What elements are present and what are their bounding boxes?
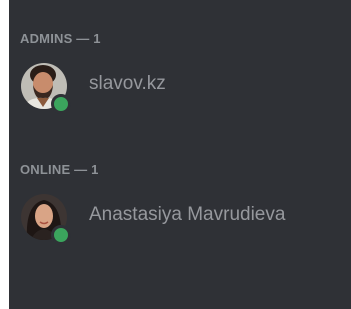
- member-item-anastasiya-mavrudieva[interactable]: Anastasiya Mavrudieva: [19, 191, 347, 245]
- member-name: Anastasiya Mavrudieva: [89, 204, 286, 225]
- online-group-header: ONLINE — 1: [20, 162, 99, 177]
- avatar[interactable]: [21, 194, 71, 245]
- admins-group-header: ADMINS — 1: [20, 31, 101, 46]
- member-item-slavov-kz[interactable]: slavov.kz: [19, 60, 347, 114]
- member-list: ADMINS — 1 slavov.kz ONLINE — 1 Anastasi…: [9, 0, 351, 309]
- online-status-icon: [51, 94, 71, 114]
- avatar[interactable]: [21, 63, 71, 114]
- member-name: slavov.kz: [89, 73, 166, 94]
- online-status-icon: [51, 225, 71, 245]
